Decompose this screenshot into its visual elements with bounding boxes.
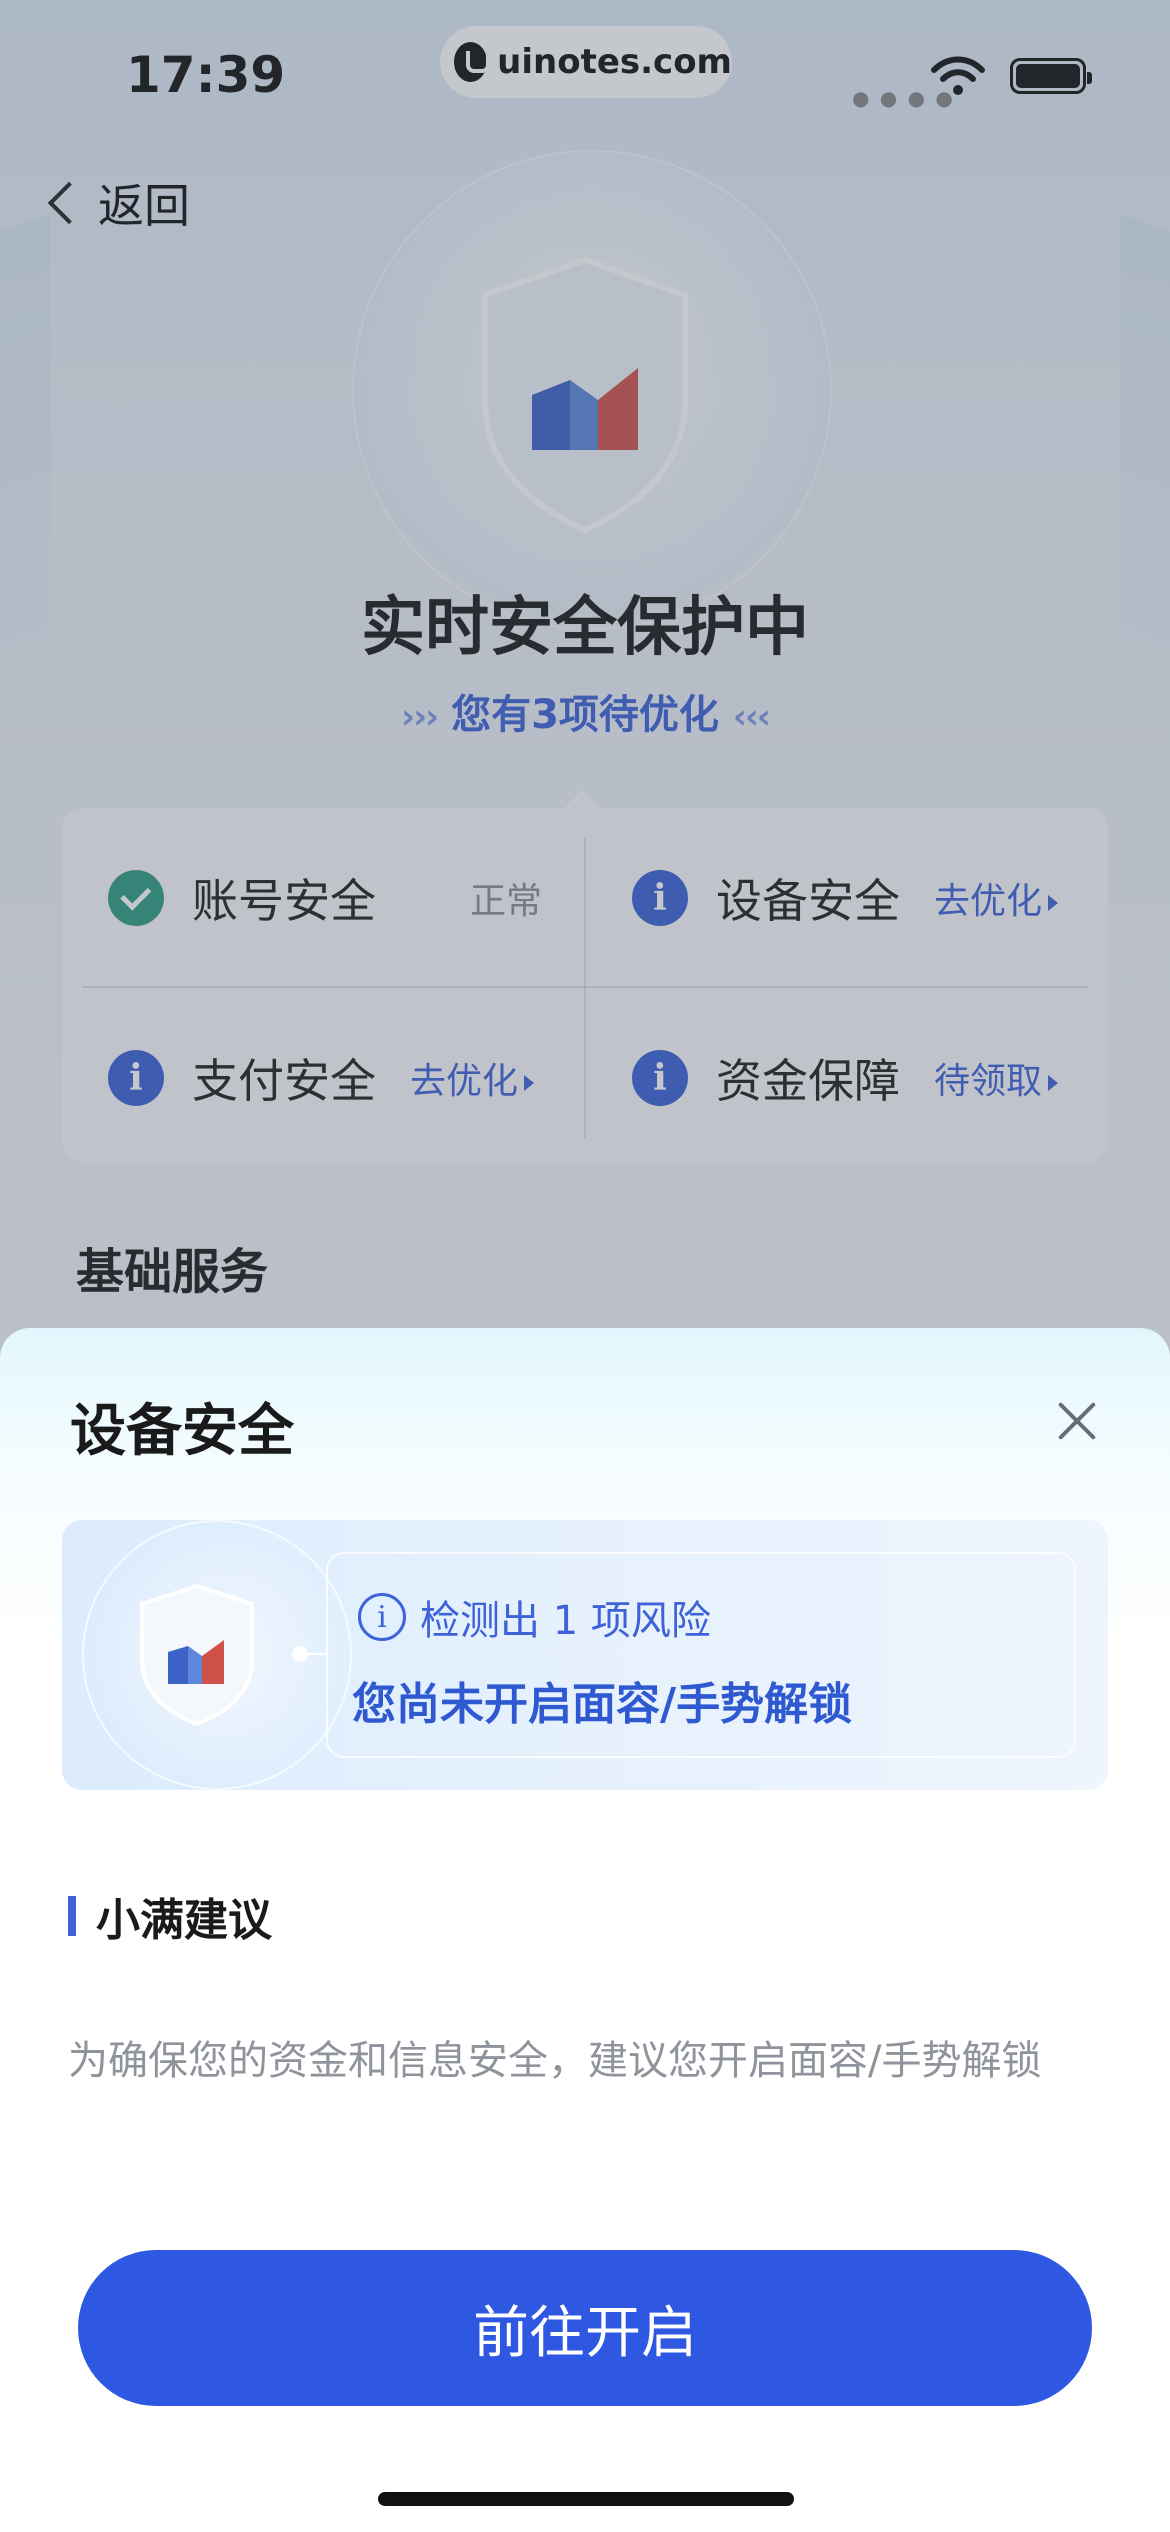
heading-accent-bar <box>68 1896 76 1936</box>
risk-card-dot <box>292 1646 308 1662</box>
modal-backdrop[interactable] <box>0 0 1170 1400</box>
sheet-title: 设备安全 <box>70 1399 294 1464</box>
shield-logo-icon <box>140 1583 254 1727</box>
info-icon: i <box>358 1593 406 1641</box>
risk-card-connector <box>306 1653 328 1655</box>
device-security-sheet: 设备安全 i 检测出 1 项风险 您尚未开启面容/手势解锁 小满建议 为确保您的… <box>0 1328 1170 2532</box>
risk-detail: 您尚未开启面容/手势解锁 <box>352 1679 853 1730</box>
home-indicator <box>378 2492 794 2506</box>
risk-card: i 检测出 1 项风险 您尚未开启面容/手势解锁 <box>62 1520 1108 1790</box>
suggestion-heading: 小满建议 <box>68 1884 272 1948</box>
risk-count-text: 检测出 1 项风险 <box>420 1598 711 1644</box>
suggestion-text: 为确保您的资金和信息安全，建议您开启面容/手势解锁 <box>68 2038 1042 2084</box>
close-icon[interactable] <box>1052 1396 1102 1446</box>
enable-unlock-button[interactable]: 前往开启 <box>78 2250 1092 2406</box>
risk-count-row: i 检测出 1 项风险 <box>358 1588 711 1646</box>
suggestion-title: 小满建议 <box>96 1895 272 1946</box>
